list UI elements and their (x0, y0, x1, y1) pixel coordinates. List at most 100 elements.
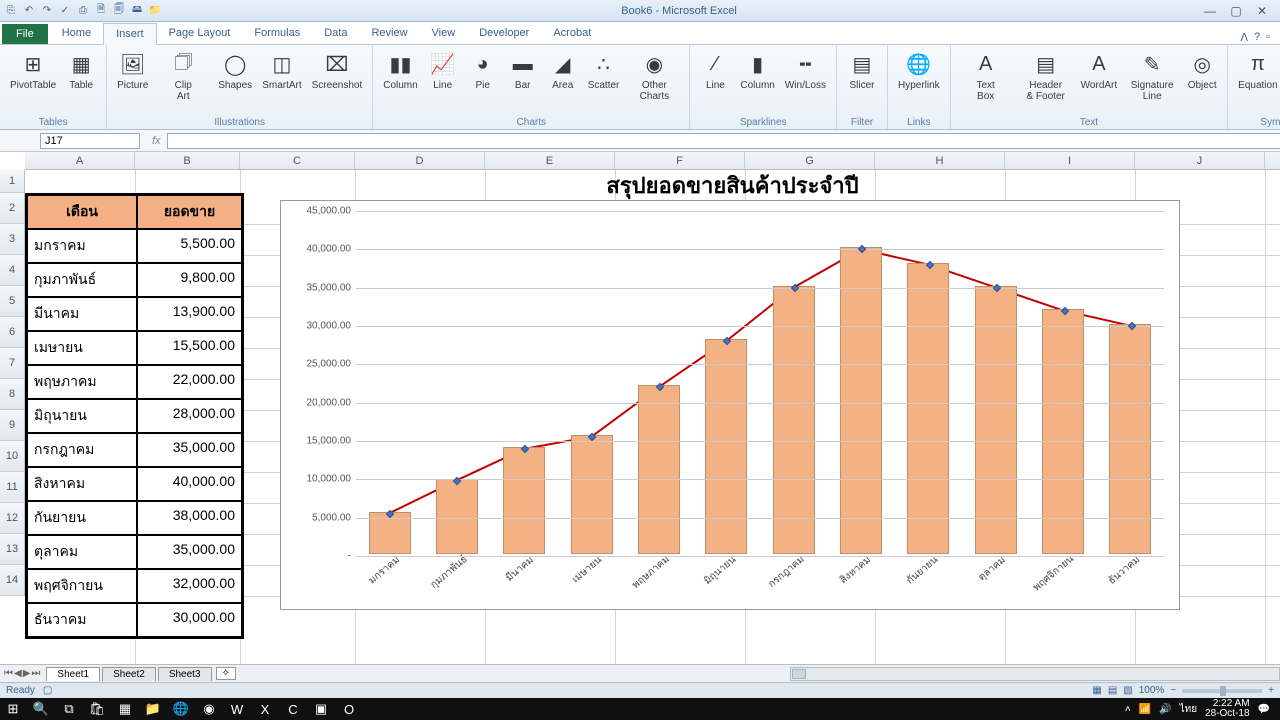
zoom-slider[interactable] (1182, 689, 1262, 693)
row-header[interactable]: 8 (0, 379, 25, 410)
ribbon-tab-page-layout[interactable]: Page Layout (157, 23, 243, 44)
table-row[interactable]: เมษายน15,500.00 (27, 331, 242, 365)
view-page-break-icon[interactable]: ▧ (1123, 685, 1132, 696)
app-icon[interactable]: ▣ (312, 701, 330, 717)
table-row[interactable]: มิถุนายน28,000.00 (27, 399, 242, 433)
ribbon-tab-acrobat[interactable]: Acrobat (541, 23, 603, 44)
apps-icon[interactable]: ▦ (116, 701, 134, 717)
cells-area[interactable]: สรุปยอดขายสินค้าประจำปี เดือน ยอดขาย มกร… (25, 170, 1280, 665)
row-header[interactable]: 7 (0, 348, 25, 379)
bar[interactable] (571, 435, 613, 554)
row-header[interactable]: 1 (0, 170, 25, 193)
ribbon-tab-developer[interactable]: Developer (467, 23, 541, 44)
col-header[interactable]: F (615, 152, 745, 169)
sheet-tab[interactable]: Sheet2 (102, 667, 156, 681)
new-sheet-button[interactable]: ✧ (216, 667, 236, 680)
data-table[interactable]: เดือน ยอดขาย มกราคม5,500.00กุมภาพันธ์9,8… (25, 193, 244, 639)
col-header[interactable]: D (355, 152, 485, 169)
header-footer-button[interactable]: ▤Header& Footer (1017, 47, 1075, 104)
col-header[interactable]: J (1135, 152, 1265, 169)
win/loss-button[interactable]: ╍Win/Loss (781, 47, 830, 93)
start-button[interactable]: ⊞ (4, 701, 22, 717)
table-header-sales[interactable]: ยอดขาย (137, 195, 242, 229)
zoom-level[interactable]: 100% (1139, 685, 1165, 696)
horizontal-scrollbar[interactable] (790, 667, 1280, 681)
row-header[interactable]: 6 (0, 317, 25, 348)
area-button[interactable]: ◢Area (544, 47, 582, 93)
table-row[interactable]: พฤษภาคม22,000.00 (27, 365, 242, 399)
bar[interactable] (638, 385, 680, 554)
task-view-icon[interactable]: ⧉ (60, 701, 78, 717)
line-button[interactable]: ⁄Line (696, 47, 734, 93)
view-page-layout-icon[interactable]: ▤ (1108, 685, 1117, 696)
qat-button[interactable]: 🗐 (112, 4, 126, 18)
folder-icon[interactable]: 📁 (144, 701, 162, 717)
search-icon[interactable]: 🔍 (32, 701, 50, 717)
ribbon-tab-view[interactable]: View (420, 23, 468, 44)
edge-icon[interactable]: 🌐 (172, 701, 190, 717)
bar-button[interactable]: ▬Bar (504, 47, 542, 93)
minimize-ribbon-icon[interactable]: ᐱ (1240, 31, 1248, 44)
name-box[interactable] (40, 133, 140, 149)
col-header[interactable]: C (240, 152, 355, 169)
qat-button[interactable]: 📁 (148, 4, 162, 18)
macro-record-icon[interactable]: ▢ (43, 685, 52, 696)
picture-button[interactable]: 🖼Picture (113, 47, 152, 93)
object-button[interactable]: ◎Object (1183, 47, 1221, 93)
table-row[interactable]: กุมภาพันธ์9,800.00 (27, 263, 242, 297)
row-header[interactable]: 5 (0, 286, 25, 317)
ribbon-tab-insert[interactable]: Insert (103, 23, 157, 45)
col-header[interactable]: I (1005, 152, 1135, 169)
row-headers[interactable]: 1234567891011121314 (0, 170, 25, 596)
smartart-button[interactable]: ◫SmartArt (258, 47, 305, 93)
word-icon[interactable]: W (228, 701, 246, 717)
other-charts-button[interactable]: ◉OtherCharts (625, 47, 683, 104)
row-header[interactable]: 11 (0, 472, 25, 503)
row-header[interactable]: 10 (0, 441, 25, 472)
table-row[interactable]: พฤศจิกายน32,000.00 (27, 569, 242, 603)
table-row[interactable]: กรกฎาคม35,000.00 (27, 433, 242, 467)
store-icon[interactable]: 🛍 (88, 701, 106, 717)
bar[interactable] (436, 479, 478, 554)
row-header[interactable]: 4 (0, 255, 25, 286)
volume-icon[interactable]: 🔊 (1159, 704, 1171, 715)
worksheet[interactable]: ABCDEFGHIJ 1234567891011121314 สรุปยอดขา… (0, 152, 1280, 665)
table-header-month[interactable]: เดือน (27, 195, 137, 229)
row-header[interactable]: 14 (0, 565, 25, 596)
row-header[interactable]: 13 (0, 534, 25, 565)
hyperlink-button[interactable]: 🌐Hyperlink (894, 47, 944, 93)
qat-button[interactable]: ✓ (58, 4, 72, 18)
row-header[interactable]: 2 (0, 193, 25, 224)
line-button[interactable]: 📈Line (424, 47, 462, 93)
language-indicator[interactable]: ไทย (1180, 702, 1197, 717)
slicer-button[interactable]: ▤Slicer (843, 47, 881, 93)
bar[interactable] (1109, 324, 1151, 554)
bar[interactable] (503, 447, 545, 554)
row-header[interactable]: 9 (0, 410, 25, 441)
ribbon-options-icon[interactable]: ▫ (1266, 31, 1270, 44)
zoom-out-icon[interactable]: − (1170, 685, 1176, 696)
bar[interactable] (840, 247, 882, 554)
chrome-icon[interactable]: ◉ (200, 701, 218, 717)
bar[interactable] (705, 339, 747, 554)
equation-button[interactable]: πEquation (1234, 47, 1280, 93)
maximize-button[interactable]: ▢ (1224, 4, 1248, 18)
qat-button[interactable]: ↶ (22, 4, 36, 18)
col-header[interactable]: G (745, 152, 875, 169)
minimize-button[interactable]: — (1198, 4, 1222, 18)
table-row[interactable]: ตุลาคม35,000.00 (27, 535, 242, 569)
sheet-nav[interactable]: ⏮◀▶⏭ (0, 668, 44, 679)
table-row[interactable]: สิงหาคม40,000.00 (27, 467, 242, 501)
shapes-button[interactable]: ◯Shapes (214, 47, 256, 93)
table-row[interactable]: มีนาคม13,900.00 (27, 297, 242, 331)
formula-input[interactable] (167, 133, 1280, 149)
table-row[interactable]: กันยายน38,000.00 (27, 501, 242, 535)
wordart-button[interactable]: AWordArt (1077, 47, 1122, 93)
col-header[interactable]: E (485, 152, 615, 169)
view-normal-icon[interactable]: ▦ (1092, 685, 1101, 696)
help-icon[interactable]: ? (1254, 31, 1260, 44)
close-button[interactable]: ✕ (1250, 4, 1274, 18)
table-row[interactable]: ธันวาคม30,000.00 (27, 603, 242, 637)
column-button[interactable]: ▮▮Column (379, 47, 421, 93)
table-row[interactable]: มกราคม5,500.00 (27, 229, 242, 263)
